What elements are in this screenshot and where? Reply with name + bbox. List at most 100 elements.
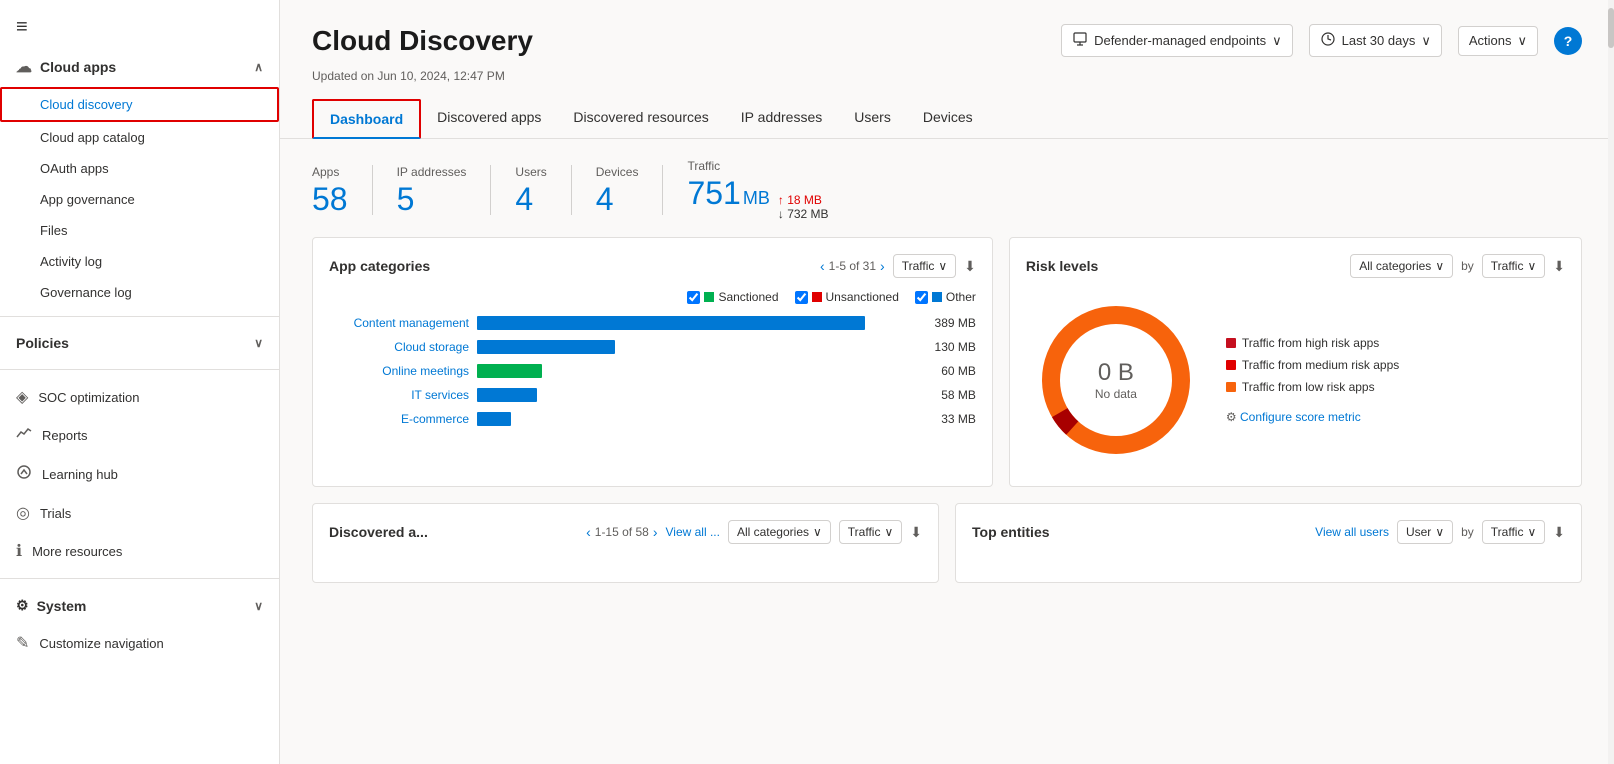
configure-link-container: ⚙ Configure score metric xyxy=(1226,410,1399,424)
upload-arrow: ↑ xyxy=(778,193,784,207)
traffic-filter-dropdown[interactable]: Traffic ∨ xyxy=(893,254,956,278)
bar-container xyxy=(477,316,908,330)
legend-other-checkbox[interactable] xyxy=(915,291,928,304)
tabs-container: Dashboard Discovered apps Discovered res… xyxy=(280,83,1614,139)
configure-score-link[interactable]: Configure score metric xyxy=(1240,410,1361,424)
page-title: Cloud Discovery xyxy=(312,25,533,57)
top-entities-controls: View all users User ∨ by Traffic ∨ ⬇ xyxy=(1315,520,1565,544)
download-icon[interactable]: ⬇ xyxy=(1553,524,1565,541)
stats-row: Apps 58 IP addresses 5 Users 4 Devices 4… xyxy=(280,139,1614,237)
traffic-filter[interactable]: Traffic ∨ xyxy=(839,520,902,544)
bar-container xyxy=(477,412,908,426)
sidebar-nav-customize[interactable]: ✎ Customize navigation xyxy=(0,624,279,662)
sidebar-item-governance-log[interactable]: Governance log xyxy=(0,277,279,308)
tab-devices[interactable]: Devices xyxy=(907,99,989,139)
by-filter-dropdown[interactable]: Traffic ∨ xyxy=(1482,254,1545,278)
sidebar-nav-soc[interactable]: ◈ SOC optimization xyxy=(0,378,279,416)
discovered-apps-title: Discovered a... xyxy=(329,524,428,540)
time-icon xyxy=(1320,31,1336,50)
bar-fill xyxy=(477,412,511,426)
bar-label[interactable]: Content management xyxy=(329,316,469,330)
sidebar-divider-2 xyxy=(0,369,279,370)
prev-arrow[interactable]: ‹ xyxy=(820,258,825,274)
sidebar-nav-reports[interactable]: Reports xyxy=(0,416,279,455)
policies-label: Policies xyxy=(16,335,69,351)
tab-label: IP addresses xyxy=(741,109,822,125)
entity-filter[interactable]: User ∨ xyxy=(1397,520,1453,544)
by-traffic-filter[interactable]: Traffic ∨ xyxy=(1482,520,1545,544)
legend-sanctioned-label: Sanctioned xyxy=(718,290,778,304)
download-icon[interactable]: ⬇ xyxy=(910,524,922,541)
sidebar-item-cloud-discovery[interactable]: Cloud discovery xyxy=(0,87,279,122)
stat-traffic-label: Traffic xyxy=(687,159,828,173)
sidebar-nav-label: Reports xyxy=(42,428,88,443)
time-button[interactable]: Last 30 days ∨ xyxy=(1309,24,1442,57)
bar-fill xyxy=(477,316,865,330)
sidebar-item-files[interactable]: Files xyxy=(0,215,279,246)
configure-icon: ⚙ xyxy=(1226,410,1237,424)
tab-discovered-resources[interactable]: Discovered resources xyxy=(557,99,724,139)
download-icon[interactable]: ⬇ xyxy=(964,258,976,275)
main-content: Cloud Discovery Defender-managed endpoin… xyxy=(280,0,1614,764)
sidebar-item-label: Activity log xyxy=(40,254,102,269)
cloud-apps-label: Cloud apps xyxy=(40,59,116,75)
cloud-apps-chevron: ∧ xyxy=(254,60,263,74)
next-arrow[interactable]: › xyxy=(653,524,658,540)
category-filter-dropdown[interactable]: All categories ∨ xyxy=(1350,254,1453,278)
sidebar-item-oauth-apps[interactable]: OAuth apps xyxy=(0,153,279,184)
sidebar-item-activity-log[interactable]: Activity log xyxy=(0,246,279,277)
bar-row-4: E-commerce 33 MB xyxy=(329,412,976,426)
category-filter[interactable]: All categories ∨ xyxy=(728,520,831,544)
system-section[interactable]: ⚙ System ∨ xyxy=(0,587,279,624)
donut-chart: 0 B No data xyxy=(1026,290,1206,470)
hamburger-button[interactable]: ≡ xyxy=(0,0,279,47)
sidebar-nav-trials[interactable]: ◎ Trials xyxy=(0,494,279,532)
sidebar-divider-3 xyxy=(0,578,279,579)
sidebar-nav-label: Customize navigation xyxy=(39,636,163,651)
legend-sanctioned-checkbox[interactable] xyxy=(687,291,700,304)
entity-chevron: ∨ xyxy=(1435,525,1444,539)
sidebar-item-cloud-app-catalog[interactable]: Cloud app catalog xyxy=(0,122,279,153)
bar-label[interactable]: E-commerce xyxy=(329,412,469,426)
legend-sanctioned: Sanctioned xyxy=(687,290,778,304)
bar-label[interactable]: Cloud storage xyxy=(329,340,469,354)
bar-container xyxy=(477,364,908,378)
by-label: by xyxy=(1461,259,1474,273)
trials-icon: ◎ xyxy=(16,503,30,523)
download-icon[interactable]: ⬇ xyxy=(1553,258,1565,275)
sidebar-nav-learning[interactable]: Learning hub xyxy=(0,455,279,494)
tab-ip-addresses[interactable]: IP addresses xyxy=(725,99,838,139)
bar-label[interactable]: Online meetings xyxy=(329,364,469,378)
next-arrow[interactable]: › xyxy=(880,258,885,274)
actions-button[interactable]: Actions ∨ xyxy=(1458,26,1538,56)
view-all-link[interactable]: View all ... xyxy=(665,525,719,539)
sidebar-item-app-governance[interactable]: App governance xyxy=(0,184,279,215)
stat-apps: Apps 58 xyxy=(312,165,373,215)
medium-risk-color xyxy=(1226,360,1236,370)
tab-label: Users xyxy=(854,109,891,125)
sidebar-nav-label: SOC optimization xyxy=(38,390,139,405)
prev-arrow[interactable]: ‹ xyxy=(586,524,591,540)
sidebar-item-label: Cloud app catalog xyxy=(40,130,145,145)
sidebar-nav-more[interactable]: ℹ More resources xyxy=(0,532,279,570)
stat-apps-value: 58 xyxy=(312,183,348,215)
page-header: Cloud Discovery Defender-managed endpoin… xyxy=(280,0,1614,57)
donut-legend-low: Traffic from low risk apps xyxy=(1226,380,1399,394)
tab-label: Devices xyxy=(923,109,973,125)
bar-label[interactable]: IT services xyxy=(329,388,469,402)
view-all-users-link[interactable]: View all users xyxy=(1315,525,1389,539)
tab-discovered-apps[interactable]: Discovered apps xyxy=(421,99,557,139)
tab-dashboard[interactable]: Dashboard xyxy=(312,99,421,139)
tab-users[interactable]: Users xyxy=(838,99,907,139)
pagination: ‹ 1-15 of 58 › xyxy=(586,524,657,540)
scroll-thumb[interactable] xyxy=(1608,8,1614,48)
risk-levels-card: Risk levels All categories ∨ by Traffic … xyxy=(1009,237,1582,487)
policies-section[interactable]: Policies ∨ xyxy=(0,325,279,361)
cloud-apps-section[interactable]: ☁ Cloud apps ∧ xyxy=(0,47,279,87)
traffic-upload: ↑ 18 MB xyxy=(778,193,829,207)
category-chevron: ∨ xyxy=(813,525,822,539)
help-button[interactable]: ? xyxy=(1554,27,1582,55)
legend-unsanctioned-checkbox[interactable] xyxy=(795,291,808,304)
legend-unsanctioned-label: Unsanctioned xyxy=(826,290,899,304)
endpoint-button[interactable]: Defender-managed endpoints ∨ xyxy=(1061,24,1293,57)
